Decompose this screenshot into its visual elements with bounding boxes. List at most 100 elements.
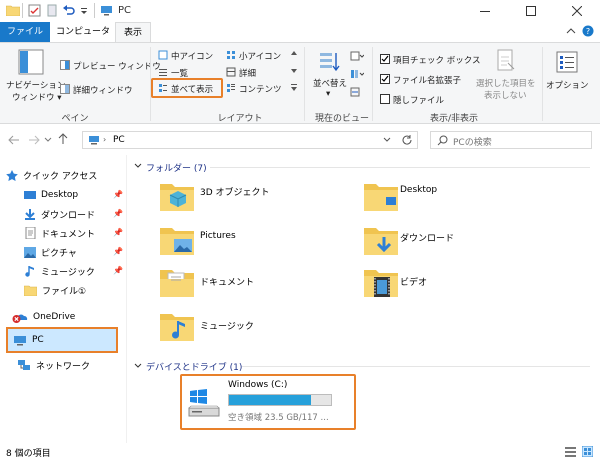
videos-folder-icon <box>364 270 398 297</box>
navigation-pane-label[interactable]: ナビゲーション <box>6 79 65 91</box>
layout-scroll-down-icon[interactable] <box>290 67 298 75</box>
devices-section-header[interactable]: デバイスとドライブ (1) <box>146 360 242 373</box>
small-icons-button[interactable]: 小アイコン <box>239 50 281 62</box>
folder-pictures[interactable] <box>160 225 194 255</box>
layout-expand-icon[interactable] <box>290 83 298 91</box>
nav-music[interactable]: ミュージック <box>24 263 95 279</box>
current-view-group-label: 現在のビュー <box>314 114 369 124</box>
breadcrumb-pc[interactable]: PC <box>113 135 125 145</box>
folders-section-header[interactable]: フォルダー (7) <box>146 161 207 174</box>
refresh-icon[interactable] <box>401 134 413 146</box>
hidden-items-checkbox[interactable] <box>380 94 390 104</box>
address-dropdown-icon[interactable] <box>383 137 391 143</box>
document-icon <box>25 227 36 239</box>
medium-icons-button[interactable]: 中アイコン <box>171 50 213 62</box>
preview-pane-icon[interactable] <box>60 60 70 70</box>
onedrive-icon <box>12 314 28 323</box>
folder-documents[interactable] <box>160 267 194 297</box>
tab-file[interactable]: ファイル <box>0 22 50 42</box>
details-pane-icon[interactable] <box>60 84 70 94</box>
folder-desktop-label[interactable]: Desktop <box>400 185 437 195</box>
add-columns-icon[interactable] <box>350 69 364 79</box>
folder-downloads[interactable] <box>364 225 398 257</box>
search-input[interactable]: PCの検索 <box>430 131 592 149</box>
pin-icon[interactable]: 📌 <box>113 190 123 199</box>
hidden-items-label[interactable]: 隠しファイル <box>393 94 444 106</box>
nav-onedrive[interactable]: OneDrive <box>12 309 75 325</box>
group-by-icon[interactable] <box>350 51 364 61</box>
nav-pictures[interactable]: ピクチャ <box>24 244 77 260</box>
folder-3d-objects[interactable] <box>160 181 194 211</box>
help-icon[interactable]: ? <box>582 25 594 37</box>
item-checkboxes-checkbox[interactable] <box>380 54 390 64</box>
folder-documents-label[interactable]: ドキュメント <box>200 275 254 288</box>
tab-computer[interactable]: コンピューター <box>52 22 114 57</box>
folder-videos[interactable] <box>364 267 398 299</box>
details-pane-button[interactable]: 詳細ウィンドウ <box>73 84 133 96</box>
pin-icon[interactable]: 📌 <box>113 247 123 256</box>
navigation-pane-icon[interactable] <box>18 49 44 75</box>
folder-downloads-label[interactable]: ダウンロード <box>400 231 454 244</box>
back-arrow-icon[interactable] <box>8 135 20 145</box>
nav-downloads[interactable]: ダウンロード <box>24 206 95 222</box>
folder-icon <box>6 4 20 16</box>
folder-music-label[interactable]: ミュージック <box>200 319 254 332</box>
nav-network[interactable]: ネットワーク <box>18 357 90 373</box>
details-view-icon[interactable] <box>565 446 576 457</box>
recent-locations-icon[interactable] <box>44 137 52 143</box>
nav-quick-access[interactable]: クイック アクセス <box>6 167 97 183</box>
documents-folder-icon <box>160 270 194 297</box>
item-checkboxes-label[interactable]: 項目チェック ボックス <box>393 54 480 66</box>
sort-by-button[interactable]: 並べ替え <box>313 77 347 89</box>
nav-desktop[interactable]: Desktop <box>24 187 78 203</box>
new-folder-icon[interactable] <box>46 4 58 17</box>
nav-onedrive-label: OneDrive <box>33 312 76 322</box>
size-columns-icon[interactable] <box>350 87 360 97</box>
large-icons-view-icon[interactable] <box>582 446 593 457</box>
content-button[interactable]: コンテンツ <box>239 83 282 95</box>
collapse-folders-icon[interactable] <box>134 163 142 169</box>
pane-splitter[interactable] <box>126 155 127 443</box>
hide-selected-button[interactable]: 選択した項目を <box>476 77 536 89</box>
folder-videos-label[interactable]: ビデオ <box>400 275 427 288</box>
file-extensions-label[interactable]: ファイル名拡張子 <box>393 74 461 86</box>
options-icon[interactable] <box>556 51 578 73</box>
up-arrow-icon[interactable] <box>58 133 68 145</box>
navigation-pane-label-2[interactable]: ウィンドウ ▾ <box>12 91 61 103</box>
drive-c-tile[interactable]: Windows (C:) 空き領域 23.5 GB/117 ... <box>180 374 356 430</box>
divider <box>242 366 590 367</box>
pin-icon[interactable]: 📌 <box>113 228 123 237</box>
close-button[interactable] <box>554 0 600 22</box>
maximize-button[interactable] <box>508 0 554 22</box>
pane-group-label: ペイン <box>61 114 89 124</box>
quick-access-dropdown-icon[interactable] <box>80 6 88 14</box>
details-button[interactable]: 詳細 <box>239 67 256 79</box>
collapse-ribbon-icon[interactable] <box>566 26 576 36</box>
options-button[interactable]: オプション <box>546 79 589 91</box>
collapse-devices-icon[interactable] <box>134 363 142 369</box>
file-extensions-checkbox[interactable] <box>380 74 390 84</box>
preview-pane-button[interactable]: プレビュー ウィンドウ <box>73 60 161 72</box>
forward-arrow-icon[interactable] <box>28 135 40 145</box>
layout-scroll-up-icon[interactable] <box>290 49 298 57</box>
minimize-button[interactable] <box>462 0 508 22</box>
nav-file1[interactable]: ファイル① <box>24 282 86 298</box>
small-icons-icon <box>226 50 236 60</box>
folder-pictures-label[interactable]: Pictures <box>200 231 236 241</box>
pin-icon[interactable]: 📌 <box>113 209 123 218</box>
folder-desktop[interactable] <box>364 181 398 211</box>
address-box[interactable]: › PC <box>82 131 418 149</box>
folder-music[interactable] <box>160 311 194 343</box>
undo-icon[interactable] <box>62 4 76 17</box>
drive-c-name: Windows (C:) <box>228 380 288 390</box>
sort-by-icon[interactable] <box>318 51 342 73</box>
sort-by-dropdown-icon[interactable]: ▾ <box>326 89 330 99</box>
tab-view[interactable]: 表示 <box>115 22 151 43</box>
pin-icon[interactable]: 📌 <box>113 266 123 275</box>
nav-documents[interactable]: ドキュメント <box>24 225 95 241</box>
divider <box>304 47 305 121</box>
folder-3d-objects-label[interactable]: 3D オブジェクト <box>200 185 270 198</box>
breadcrumb-separator-icon[interactable]: › <box>103 135 106 144</box>
properties-icon[interactable] <box>28 4 41 17</box>
nav-pc[interactable]: PC <box>14 332 44 348</box>
